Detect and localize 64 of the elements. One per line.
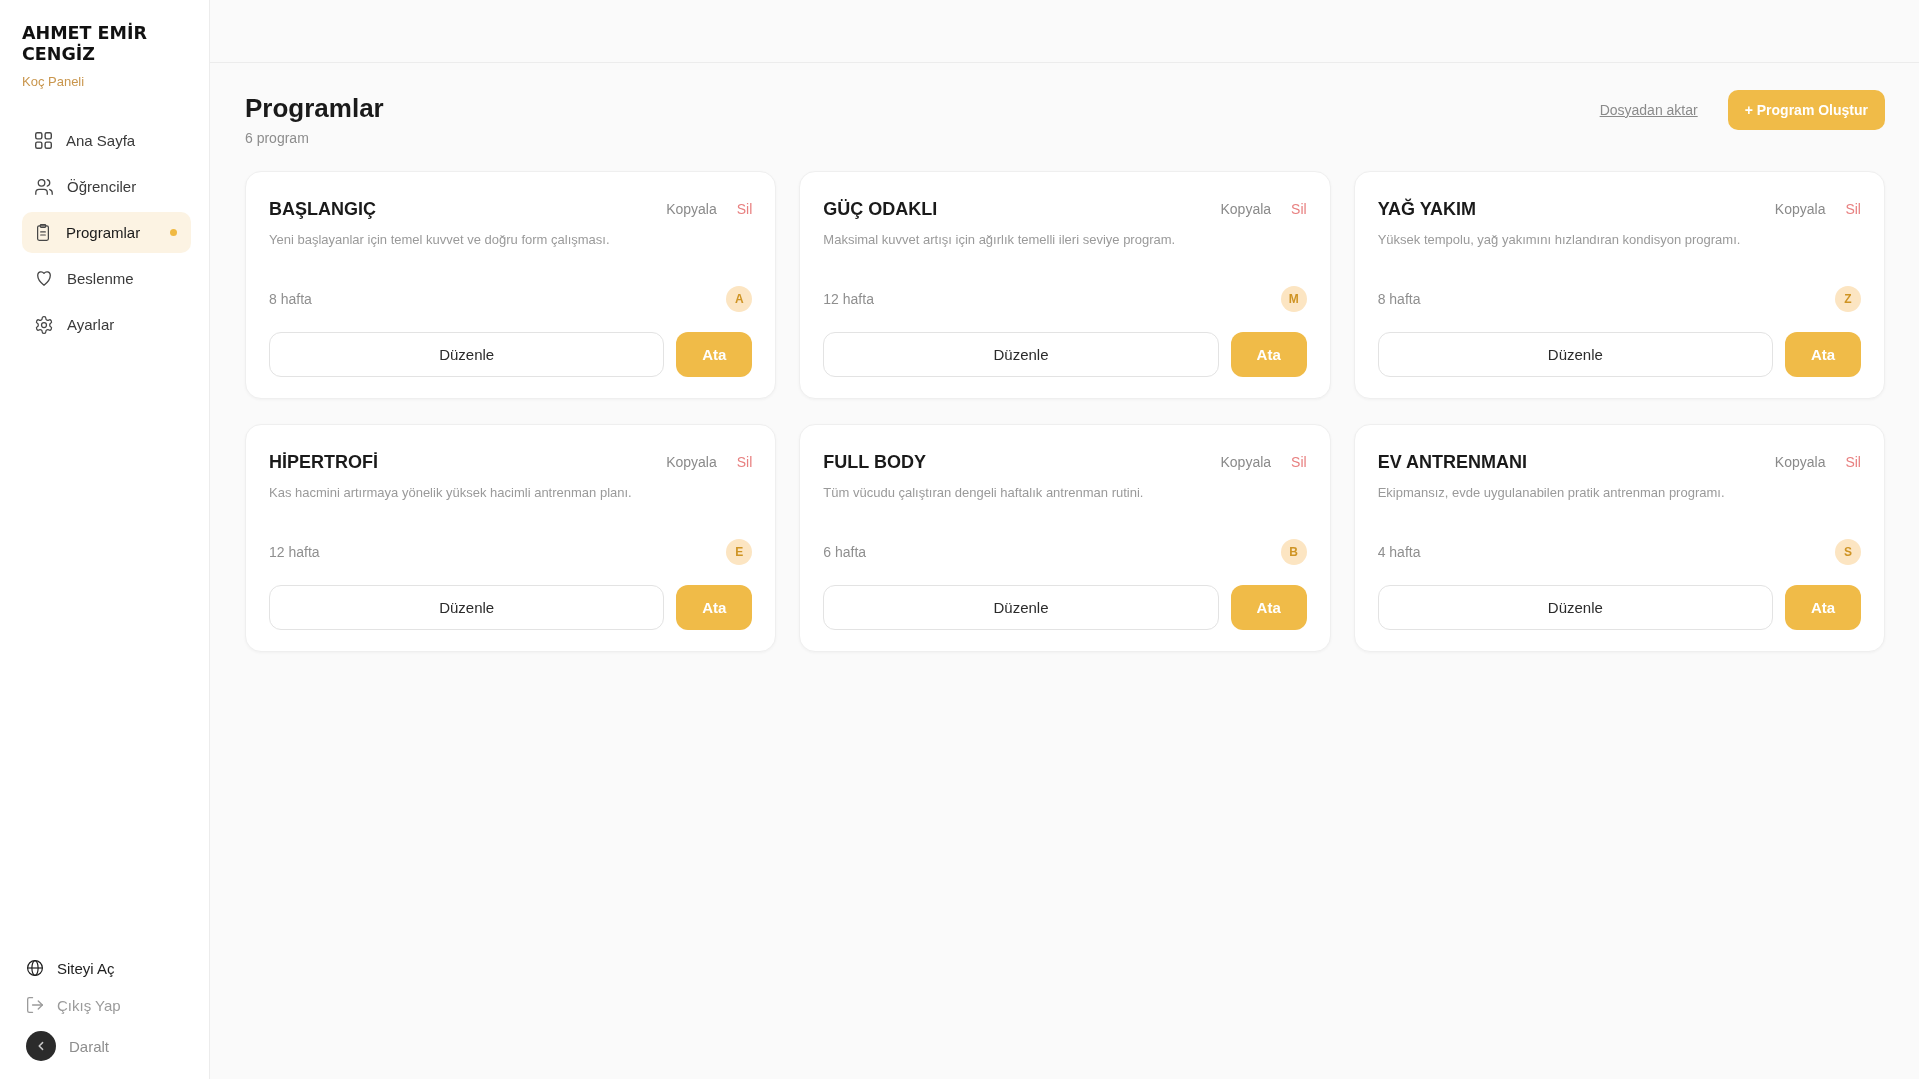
copy-button[interactable]: Kopyala bbox=[1220, 201, 1272, 217]
program-duration: 6 hafta bbox=[823, 544, 867, 560]
page-title: Programlar bbox=[245, 92, 384, 125]
program-duration: 12 hafta bbox=[269, 544, 320, 560]
program-duration: 8 hafta bbox=[269, 291, 312, 307]
nav-item[interactable]: Ana Sayfa bbox=[22, 120, 191, 161]
program-duration: 8 hafta bbox=[1377, 291, 1421, 307]
program-title: BAŞLANGIÇ bbox=[269, 198, 376, 220]
panel-subtitle: Koç Paneli bbox=[22, 74, 86, 90]
program-title: HİPERTROFİ bbox=[269, 451, 378, 473]
program-description: Maksimal kuvvet artışı için ağırlık temelli ileri seviye program. bbox=[823, 231, 1177, 249]
program-description: Kas hacmini artırmaya yönelik yüksek hacimli antrenman planı. bbox=[269, 484, 633, 502]
copy-button[interactable]: Kopyala bbox=[1774, 454, 1826, 470]
copy-button[interactable]: Kopyala bbox=[666, 454, 717, 470]
users-icon bbox=[35, 178, 53, 195]
logout-icon bbox=[27, 997, 43, 1013]
program-description: Yeni başlayanlar için temel kuvvet ve doğru form çalışması. bbox=[269, 231, 611, 249]
import-link[interactable]: Dosyadan aktar bbox=[1599, 102, 1698, 118]
program-duration: 12 hafta bbox=[823, 291, 874, 307]
nav-item[interactable]: Beslenme bbox=[22, 258, 191, 299]
initial-avatar: B bbox=[1280, 539, 1307, 565]
program-title: FULL BODY bbox=[823, 451, 926, 473]
delete-button[interactable]: Sil bbox=[1845, 201, 1861, 217]
globe-icon bbox=[27, 960, 43, 976]
delete-button[interactable]: Sil bbox=[736, 454, 753, 470]
heart-icon bbox=[37, 271, 51, 286]
program-description: Ekipmansız, evde uygulanabilen pratik antrenman programı. bbox=[1377, 484, 1726, 502]
program-title: YAĞ YAKIM bbox=[1377, 198, 1477, 220]
brand-name: AHMET EMİR CENGİZ bbox=[22, 23, 148, 65]
program-count: 6 program bbox=[245, 129, 310, 147]
status-dot-icon bbox=[170, 229, 177, 236]
edit-button[interactable]: Düzenle bbox=[269, 332, 665, 377]
open-site-link[interactable]: Siteyi Aç bbox=[27, 953, 191, 983]
clipboard-icon bbox=[37, 224, 49, 241]
program-title: EV ANTRENMANI bbox=[1377, 451, 1527, 473]
copy-button[interactable]: Kopyala bbox=[666, 201, 717, 217]
delete-button[interactable]: Sil bbox=[1291, 201, 1307, 217]
logout-button[interactable]: Çıkış Yap bbox=[27, 990, 191, 1020]
copy-button[interactable]: Kopyala bbox=[1774, 201, 1826, 217]
edit-button[interactable]: Düzenle bbox=[1377, 332, 1773, 377]
initial-avatar: S bbox=[1835, 539, 1861, 565]
program-description: Tüm vücudu çalıştıran dengeli haftalık antrenman rutini. bbox=[823, 484, 1145, 502]
chevron-left-icon bbox=[26, 1031, 56, 1061]
edit-button[interactable]: Düzenle bbox=[823, 585, 1219, 630]
delete-button[interactable]: Sil bbox=[1845, 454, 1861, 470]
initial-avatar: E bbox=[726, 539, 753, 565]
grid-icon bbox=[35, 132, 52, 149]
edit-button[interactable]: Düzenle bbox=[1377, 585, 1773, 630]
program-description: Yüksek tempolu, yağ yakımını hızlandıran kondisyon programı. bbox=[1377, 231, 1742, 249]
delete-button[interactable]: Sil bbox=[736, 201, 753, 217]
nav-item[interactable]: Ayarlar bbox=[22, 304, 191, 345]
settings-icon bbox=[35, 315, 53, 334]
initial-avatar: Z bbox=[1835, 286, 1861, 312]
edit-button[interactable]: Düzenle bbox=[269, 585, 665, 630]
nav-item[interactable]: Programlar bbox=[22, 212, 191, 253]
collapse-button[interactable]: Daralt bbox=[26, 1031, 191, 1061]
delete-button[interactable]: Sil bbox=[1291, 454, 1307, 470]
initial-avatar: A bbox=[726, 286, 753, 312]
nav-item[interactable]: Öğrenciler bbox=[22, 166, 191, 207]
initial-avatar: M bbox=[1280, 286, 1307, 312]
copy-button[interactable]: Kopyala bbox=[1220, 454, 1272, 470]
program-title: GÜÇ ODAKLI bbox=[823, 198, 938, 220]
edit-button[interactable]: Düzenle bbox=[823, 332, 1219, 377]
program-duration: 4 hafta bbox=[1377, 544, 1421, 560]
